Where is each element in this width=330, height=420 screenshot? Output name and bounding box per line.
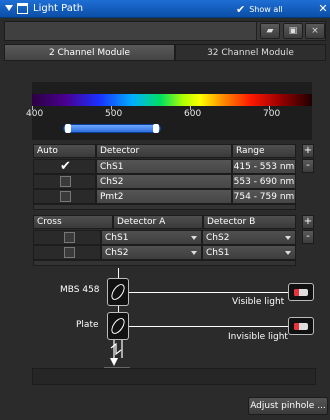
tick-label: 400 <box>26 109 44 119</box>
adjust-pinhole-button[interactable]: Adjust pinhole ... <box>248 397 328 415</box>
window-icon <box>17 3 28 14</box>
auto-row-3-detector[interactable]: Pmt2 <box>96 189 232 204</box>
auto-correlation-header: Auto Correlation <box>33 144 96 169</box>
delete-icon: × <box>311 26 319 36</box>
spectrum-bar <box>32 94 312 106</box>
remove-auto-row-button[interactable]: - <box>302 159 314 173</box>
tab-32-channel[interactable]: 32 Channel Module <box>175 44 326 61</box>
tick-label: 500 <box>105 109 123 119</box>
mbs-label: MBS 458 <box>60 285 100 295</box>
checkbox-checked[interactable]: ✔ <box>60 160 71 173</box>
invisible-light-label: Invisible light <box>228 332 288 342</box>
auto-row-1-check-cell: ✔ <box>33 159 96 174</box>
detector-icon <box>294 323 308 330</box>
auto-row-3-range: 754 - 759 nm <box>232 189 296 204</box>
chevron-down-icon <box>191 236 197 240</box>
dropdown-value: ChS1 <box>105 233 129 243</box>
plate-label: Plate <box>76 320 99 330</box>
invisible-detector-button[interactable] <box>288 317 314 335</box>
cross-correlation-header: Cross Correlation <box>33 215 113 240</box>
chevron-down-icon <box>191 251 197 255</box>
visible-light-label: Visible light <box>232 297 285 307</box>
show-all-toggle[interactable]: ✔ Show all <box>236 2 283 16</box>
add-auto-row-button[interactable]: + <box>302 144 314 158</box>
save-icon: ▣ <box>288 26 298 36</box>
checkbox-unchecked[interactable] <box>60 176 71 187</box>
cross-row-1-check-cell <box>33 230 101 245</box>
status-strip <box>32 368 316 385</box>
folder-button[interactable]: ▰ <box>260 23 280 39</box>
cross-row-1-detector-a[interactable]: ChS1 <box>101 230 202 245</box>
auto-row-2-check-cell <box>33 174 96 189</box>
dropdown-value: ChS2 <box>206 233 230 243</box>
config-input[interactable] <box>5 22 257 40</box>
range-header: Range <box>232 144 296 158</box>
window-title: Light Path <box>33 3 84 14</box>
auto-row-3-check-cell <box>33 189 96 204</box>
config-bar: ▰ ▣ × <box>4 21 326 41</box>
table-spacer <box>33 204 296 210</box>
range-slider[interactable] <box>63 124 161 133</box>
beam-line <box>129 292 289 293</box>
mirror-icon <box>108 281 128 303</box>
cross-row-1-detector-b[interactable]: ChS2 <box>202 230 296 245</box>
auto-row-1-range: 415 - 553 nm <box>232 159 296 174</box>
cross-row-2-detector-a[interactable]: ChS2 <box>101 245 202 260</box>
auto-row-2-detector[interactable]: ChS2 <box>96 174 232 189</box>
check-icon: ✔ <box>236 2 246 16</box>
range-handle-start[interactable] <box>65 124 71 133</box>
tick-label: 600 <box>184 109 202 119</box>
table-spacer <box>33 260 296 266</box>
remove-cross-row-button[interactable]: - <box>302 230 314 244</box>
chevron-down-icon <box>285 251 291 255</box>
beam-arrows-icon <box>110 340 123 366</box>
dropdown-value: ChS2 <box>105 248 129 258</box>
close-icon[interactable]: ✕ <box>316 2 330 16</box>
mbs-mirror-button[interactable] <box>107 278 129 306</box>
folder-icon: ▰ <box>266 26 274 36</box>
collapse-arrow-icon[interactable] <box>5 5 13 11</box>
delete-button[interactable]: × <box>305 23 325 39</box>
beam-line <box>129 326 289 327</box>
plate-mirror-button[interactable] <box>107 312 129 340</box>
beam-line <box>118 268 119 278</box>
detector-b-header: Detector B <box>203 215 296 229</box>
tick-label: 700 <box>263 109 281 119</box>
cross-row-2-check-cell <box>33 245 101 260</box>
auto-row-2-range: 553 - 690 nm <box>232 174 296 189</box>
checkbox-unchecked[interactable] <box>60 191 71 202</box>
chevron-down-icon <box>285 236 291 240</box>
auto-row-1-detector[interactable]: ChS1 <box>96 159 232 174</box>
detector-a-header: Detector A <box>113 215 203 229</box>
detector-header: Detector <box>96 144 232 158</box>
visible-detector-button[interactable] <box>288 283 314 301</box>
dropdown-value: ChS1 <box>206 248 230 258</box>
title-bar: Light Path ✔ Show all ✕ <box>0 0 330 18</box>
add-cross-row-button[interactable]: + <box>302 215 314 229</box>
spectrum-panel: 400 500 600 700 <box>26 82 312 140</box>
show-all-label: Show all <box>249 4 283 14</box>
checkbox-unchecked[interactable] <box>64 247 75 258</box>
cross-row-2-detector-b[interactable]: ChS1 <box>202 245 296 260</box>
range-handle-end[interactable] <box>153 124 159 133</box>
tab-2-channel[interactable]: 2 Channel Module <box>4 44 175 61</box>
save-button[interactable]: ▣ <box>283 23 303 39</box>
mirror-icon <box>108 315 128 337</box>
checkbox-unchecked[interactable] <box>64 232 75 243</box>
detector-icon <box>294 289 308 296</box>
